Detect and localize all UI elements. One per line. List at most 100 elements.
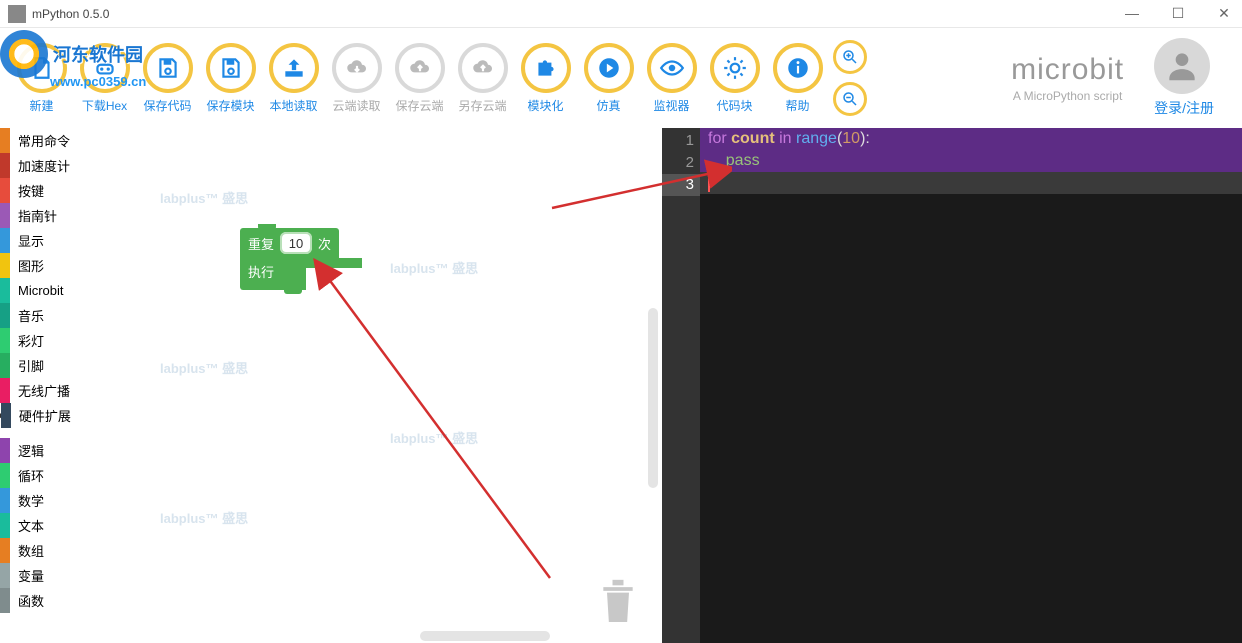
avatar[interactable] [1154,38,1210,94]
maximize-button[interactable]: ☐ [1168,5,1188,22]
toolbar-label: 本地读取 [269,97,317,114]
category-color-bar [0,153,10,178]
toolbar-saveas-cloud-button[interactable]: 另存云端 [451,43,514,114]
category-color-bar [0,488,10,513]
category-item[interactable]: Microbit [0,278,110,303]
block-notch [258,224,276,230]
bg-watermark: labplus™ 盛思 [390,258,478,277]
category-list[interactable]: 常用命令加速度计按键指南针显示图形 Microbit 音乐彩灯引脚无线广播硬件扩展逻… [0,128,110,643]
category-label: 硬件扩展 [19,406,71,425]
brand-title: microbit [1011,53,1124,87]
category-item[interactable]: 逻辑 [0,438,110,463]
code-lines[interactable]: for count in range(10): pass [700,128,1242,194]
toolbar-help-button[interactable]: 帮助 [766,43,829,114]
puzzle-icon [521,43,571,93]
toolbar-save-code-button[interactable]: 保存代码 [136,43,199,114]
minimize-button[interactable]: — [1122,5,1142,22]
text-caret [708,174,710,192]
gear-icon [710,43,760,93]
zoom-out-button[interactable] [833,82,867,116]
vertical-scrollbar[interactable] [648,308,658,488]
bg-watermark: labplus™ 盛思 [390,428,478,447]
category-item[interactable]: 引脚 [0,353,110,378]
close-button[interactable]: ✕ [1214,5,1234,22]
horizontal-scrollbar[interactable] [420,631,550,641]
app-icon [8,5,26,23]
category-item[interactable]: 文本 [0,513,110,538]
toolbar-download-hex-button[interactable]: 下载Hex [73,43,136,114]
toolbar-local-read-button[interactable]: 本地读取 [262,43,325,114]
toolbar-new-button[interactable]: 新建 [10,43,73,114]
loop-count-input[interactable] [280,232,312,254]
toolbar-cloud-read-button[interactable]: 云端读取 [325,43,388,114]
category-label: 彩灯 [18,331,44,350]
category-color-bar [0,203,10,228]
toolbar-label: 保存云端 [395,97,443,114]
category-color-bar [0,463,10,488]
eye-icon [647,43,697,93]
category-label: 数学 [18,491,44,510]
block-repeat-label: 重复 [248,234,274,253]
bg-watermark: labplus™ 盛思 [160,188,248,207]
category-label: 常用命令 [18,131,70,150]
category-item[interactable]: 循环 [0,463,110,488]
toolbar: 新建下载Hex 保存代码保存模块本地读取云端读取保存云端另存云端模块化 仿真 监视器 代… [0,28,1242,128]
category-item[interactable]: 音乐 [0,303,110,328]
zoom-out-icon [841,90,859,108]
user-icon [1163,47,1201,85]
category-color-bar [0,353,10,378]
line-number: 1 [662,130,694,152]
save-icon [206,43,256,93]
category-color-bar [0,378,10,403]
category-label: 文本 [18,516,44,535]
category-item[interactable]: 常用命令 [0,128,110,153]
category-item[interactable]: 加速度计 [0,153,110,178]
play-icon [584,43,634,93]
trash-button[interactable] [596,572,640,633]
category-item[interactable]: 图形 [0,253,110,278]
toolbar-save-cloud-button[interactable]: 保存云端 [388,43,451,114]
category-item[interactable]: 变量 [0,563,110,588]
category-label: Microbit [18,283,64,298]
toolbar-label: 模块化 [527,97,563,114]
toolbar-monitor-button[interactable]: 监视器 [640,43,703,114]
category-color-bar [0,563,10,588]
toolbar-modularize-button[interactable]: 模块化 [514,43,577,114]
chip-icon [80,43,130,93]
toolbar-label: 保存代码 [143,97,191,114]
toolbar-simulate-button[interactable]: 仿真 [577,43,640,114]
loop-block[interactable]: 重复 次 执行 [240,228,339,290]
category-color-bar [0,128,10,153]
toolbar-label: 仿真 [596,97,620,114]
category-item[interactable]: 数组 [0,538,110,563]
category-label: 图形 [18,256,44,275]
category-item[interactable]: 按键 [0,178,110,203]
category-item[interactable]: 彩灯 [0,328,110,353]
upload-icon [269,43,319,93]
workspace[interactable]: labplus™ 盛思 labplus™ 盛思 labplus™ 盛思 labp… [110,128,662,643]
toolbar-save-module-button[interactable]: 保存模块 [199,43,262,114]
category-item[interactable]: 函数 [0,588,110,613]
category-color-bar [0,538,10,563]
login-link[interactable]: 登录/注册 [1154,98,1214,118]
code-line-2[interactable]: pass [700,150,1242,172]
toolbar-label: 监视器 [653,97,689,114]
cloud-up-icon [395,43,445,93]
toolbar-label: 云端读取 [332,97,380,114]
window-title: mPython 0.5.0 [32,7,109,21]
category-item[interactable]: 无线广播 [0,378,110,403]
bg-watermark: labplus™ 盛思 [160,508,248,527]
category-label: 变量 [18,566,44,585]
category-color-bar [0,588,10,613]
category-item[interactable]: 指南针 [0,203,110,228]
toolbar-label: 代码块 [716,97,752,114]
code-panel[interactable]: 1 2 3 for count in range(10): pass [662,128,1242,643]
code-line-3[interactable] [700,172,1242,194]
category-item[interactable]: 数学 [0,488,110,513]
category-item[interactable]: 显示 [0,228,110,253]
zoom-in-button[interactable] [833,40,867,74]
category-item[interactable]: 硬件扩展 [0,403,110,428]
category-label: 加速度计 [18,156,70,175]
code-line-1[interactable]: for count in range(10): [700,128,1242,150]
toolbar-codeblock-button[interactable]: 代码块 [703,43,766,114]
